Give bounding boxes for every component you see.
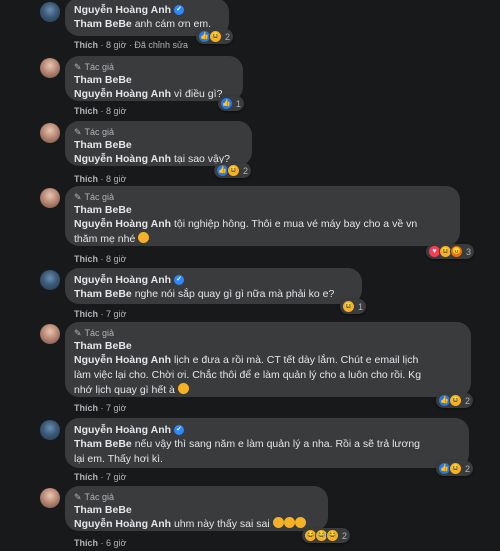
comment-bubble: Nguyễn Hoàng Anh ✓ Tham BeBe nghe nói sắp… (65, 268, 362, 304)
reaction-summary[interactable]: 👍 😆 2 (436, 393, 474, 408)
like-button[interactable]: Thích (74, 106, 98, 116)
comment-meta: Thích · 6 giờ (74, 538, 127, 548)
comment-meta: Thích · 8 giờ (74, 174, 127, 184)
timestamp[interactable]: 8 giờ (106, 174, 126, 184)
laugh-emoji-icon (294, 517, 306, 528)
author-badge: ✎ Tác giả (74, 192, 115, 202)
angry-icon: 😠 (450, 245, 463, 258)
avatar[interactable] (40, 420, 60, 440)
reaction-summary[interactable]: 👍 😆 2 (196, 29, 234, 44)
verified-icon: ✓ (174, 425, 185, 435)
avatar[interactable] (40, 58, 60, 78)
avatar[interactable] (40, 123, 60, 143)
avatar[interactable] (40, 488, 60, 508)
timestamp[interactable]: 8 giờ (106, 40, 126, 50)
haha-icon: 😆 (449, 394, 462, 407)
like-button[interactable]: Thích (74, 174, 98, 184)
comment-text: Nguyễn Hoàng Anh lịch e đưa a rồi mà. CT… (74, 354, 422, 396)
mention[interactable]: Tham BeBe (74, 288, 132, 300)
smirk-emoji-icon (177, 383, 189, 394)
mention[interactable]: Tham BeBe (74, 18, 132, 30)
haha-icon: 😂 (326, 529, 339, 542)
avatar[interactable] (40, 270, 60, 290)
avatar[interactable] (40, 2, 60, 22)
timestamp[interactable]: 8 giờ (106, 254, 126, 264)
mention[interactable]: Nguyễn Hoàng Anh (74, 153, 171, 165)
comment-bubble: ✎ Tác giả Tham BeBe Nguyễn Hoàng Anh tại … (65, 121, 252, 166)
like-icon: 👍 (220, 97, 233, 110)
haha-icon: 😆 (342, 300, 355, 313)
mention[interactable]: Nguyễn Hoàng Anh (74, 218, 171, 230)
like-button[interactable]: Thích (74, 309, 98, 319)
mention[interactable]: Nguyễn Hoàng Anh (74, 354, 171, 366)
author-badge: ✎ Tác giả (74, 62, 115, 72)
reaction-summary[interactable]: 👍 😆 2 (214, 163, 252, 178)
reaction-summary[interactable]: 😂 😂 😂 2 (302, 528, 351, 543)
comment-text: Tham BeBe anh cám ơn em. (74, 18, 212, 30)
author-badge: ✎ Tác giả (74, 127, 115, 137)
comment-author[interactable]: Nguyễn Hoàng Anh ✓ (74, 423, 459, 437)
comment-author[interactable]: Tham BeBe (74, 503, 318, 517)
haha-icon: 😆 (449, 462, 462, 475)
author-badge: ✎ Tác giả (74, 492, 115, 502)
avatar[interactable] (40, 324, 60, 344)
comment-meta: Thích · 8 giờ · Đã chỉnh sửa (74, 40, 188, 50)
comment-bubble: ✎ Tác giả Tham BeBe Nguyễn Hoàng Anh vì đ… (65, 56, 243, 101)
avatar[interactable] (40, 188, 60, 208)
pencil-icon: ✎ (74, 328, 82, 338)
comment-bubble: Nguyễn Hoàng Anh ✓ Tham BeBe nếu vậy thì … (65, 418, 469, 468)
haha-icon: 😆 (209, 30, 222, 43)
like-button[interactable]: Thích (74, 538, 98, 548)
timestamp[interactable]: 7 giờ (106, 403, 126, 413)
pencil-icon: ✎ (74, 127, 82, 137)
pencil-icon: ✎ (74, 192, 82, 202)
comment-author[interactable]: Nguyễn Hoàng Anh ✓ (74, 273, 352, 287)
laugh-emoji-icon (272, 517, 284, 528)
reaction-summary[interactable]: 😆 1 (340, 299, 367, 314)
reaction-summary[interactable]: 👍 1 (218, 96, 245, 111)
reaction-summary[interactable]: 👍 😆 2 (436, 461, 474, 476)
comment-meta: Thích · 7 giờ (74, 309, 127, 319)
comment-author[interactable]: Tham BeBe (74, 339, 461, 353)
sad-emoji-icon (138, 232, 150, 243)
comment-text: Nguyễn Hoàng Anh uhm này thấy sai sai (74, 517, 318, 532)
like-button[interactable]: Thích (74, 40, 98, 50)
like-button[interactable]: Thích (74, 254, 98, 264)
comment-meta: Thích · 7 giờ (74, 403, 127, 413)
comment-meta: Thích · 7 giờ (74, 472, 127, 482)
timestamp[interactable]: 7 giờ (106, 472, 126, 482)
comment-author[interactable]: Nguyễn Hoàng Anh ✓ (74, 3, 219, 17)
comment-meta: Thích · 8 giờ (74, 106, 127, 116)
timestamp[interactable]: 6 giờ (106, 538, 126, 548)
mention[interactable]: Tham BeBe (74, 438, 132, 450)
comment-author[interactable]: Tham BeBe (74, 203, 450, 217)
verified-icon: ✓ (174, 5, 185, 15)
laugh-emoji-icon (283, 517, 295, 528)
comment-bubble: ✎ Tác giả Tham BeBe Nguyễn Hoàng Anh uhm … (65, 486, 328, 531)
comment-bubble: ✎ Tác giả Tham BeBe Nguyễn Hoàng Anh tội … (65, 186, 460, 246)
verified-icon: ✓ (174, 275, 185, 285)
haha-icon: 😆 (227, 164, 240, 177)
pencil-icon: ✎ (74, 62, 82, 72)
comment-text: Tham BeBe nghe nói sắp quay gì gì nữa mà… (74, 288, 335, 300)
comment-text: Tham BeBe nếu vậy thì sang năm e làm quả… (74, 438, 421, 465)
pencil-icon: ✎ (74, 492, 82, 502)
comment-bubble: ✎ Tác giả Tham BeBe Nguyễn Hoàng Anh lịch… (65, 322, 471, 397)
like-button[interactable]: Thích (74, 403, 98, 413)
comment-text: Nguyễn Hoàng Anh vì điều gì? (74, 88, 223, 100)
author-badge: ✎ Tác giả (74, 328, 115, 338)
comment-author[interactable]: Tham BeBe (74, 73, 233, 87)
comment-text: Nguyễn Hoàng Anh tội nghiệp hông. Thôi e… (74, 218, 418, 245)
reaction-summary[interactable]: ♥ 😆 😠 3 (426, 244, 475, 259)
comment-author[interactable]: Tham BeBe (74, 138, 242, 152)
like-button[interactable]: Thích (74, 472, 98, 482)
edited-label: Đã chỉnh sửa (134, 40, 188, 50)
timestamp[interactable]: 8 giờ (106, 106, 126, 116)
comment-meta: Thích · 8 giờ (74, 254, 127, 264)
mention[interactable]: Nguyễn Hoàng Anh (74, 518, 171, 530)
timestamp[interactable]: 7 giờ (106, 309, 126, 319)
mention[interactable]: Nguyễn Hoàng Anh (74, 88, 171, 100)
